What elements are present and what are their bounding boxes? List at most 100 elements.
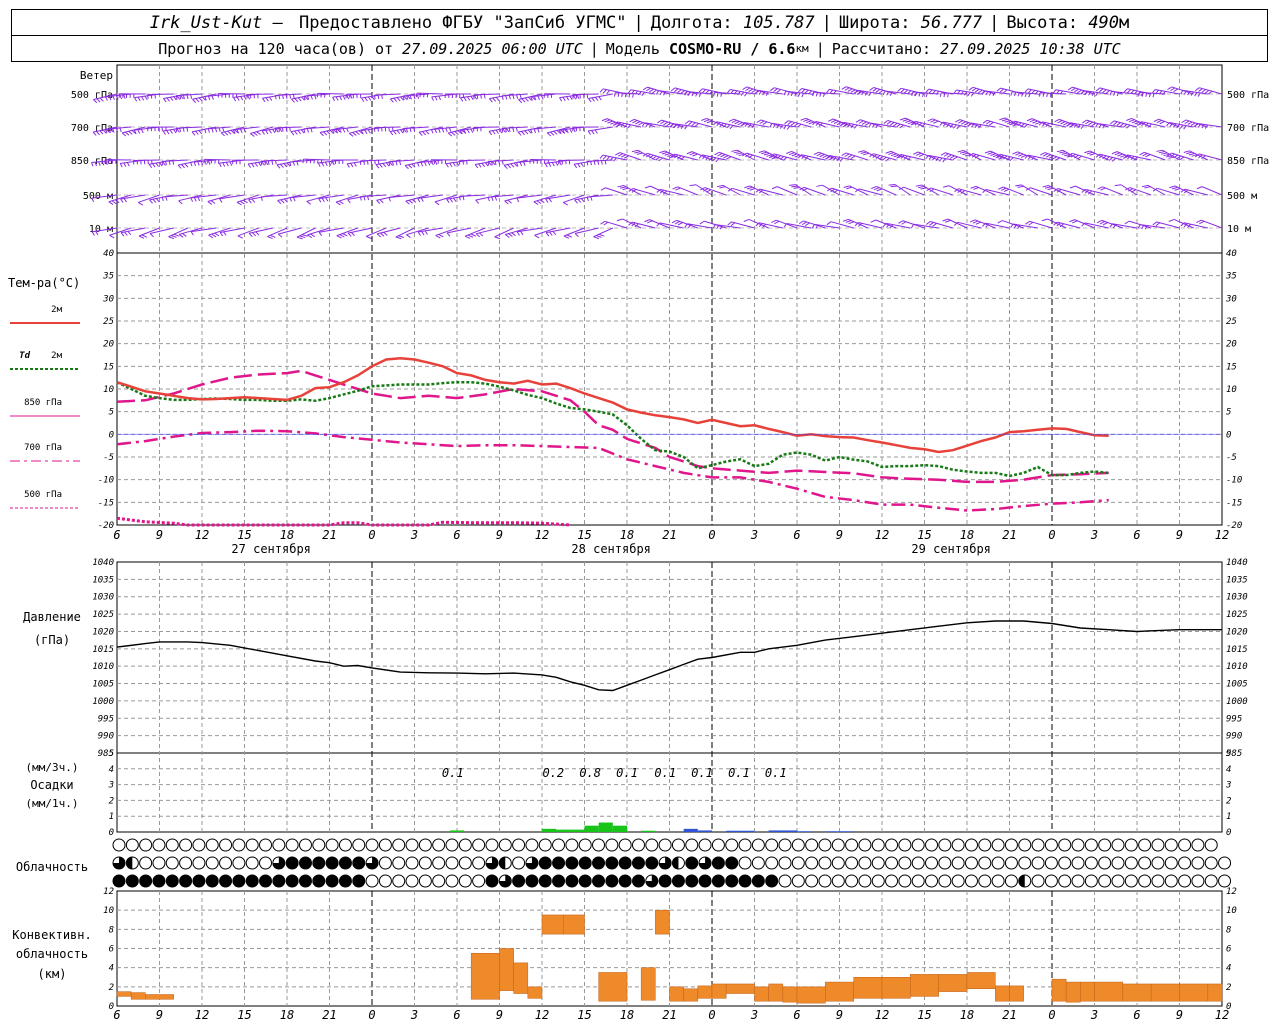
hour-tick-label: 6 [793, 528, 800, 542]
cloud-symbol [1164, 838, 1178, 852]
wind-barb-flag [460, 97, 464, 102]
wind-barb [366, 227, 387, 239]
cloud-ring [858, 856, 872, 870]
cloud-symbol [152, 838, 166, 852]
wind-barb-flag [674, 88, 679, 93]
cloud-symbol [938, 856, 952, 870]
wind-barb-flag [420, 197, 424, 202]
cloud-ring [1058, 874, 1072, 888]
wind-barb-flag [314, 95, 317, 100]
wind-barb-flag [112, 95, 115, 100]
wind-barb-flag [519, 161, 523, 167]
cloud-ring [1004, 856, 1018, 870]
cloud-symbol [1151, 874, 1165, 888]
cloud-symbol [232, 838, 246, 852]
wind-barb-flag [1015, 152, 1021, 156]
axis-tick-left: 20 [103, 340, 114, 350]
axis-tick-left: 25 [103, 317, 114, 327]
cloud-ring [192, 838, 206, 852]
wind-barb-flag [957, 150, 964, 153]
cloud-ring [791, 874, 805, 888]
axis-tick-right: 1 [1226, 812, 1231, 822]
cloud-full [285, 856, 299, 870]
cloud-symbol [352, 856, 366, 870]
wind-barb-flag [644, 219, 650, 223]
hour-tick-label: 9 [156, 528, 163, 542]
cloud-symbol [125, 838, 139, 852]
conv-title-2: облачность [16, 947, 88, 961]
wind-barb-flag [969, 219, 976, 223]
wind-barb-flag [984, 150, 991, 154]
cloud-symbol [525, 874, 539, 888]
wind-barb-flag [176, 128, 180, 133]
axis-tick-left: 1000 [92, 697, 114, 707]
cloud-ring [964, 874, 978, 888]
wind-barb-flag [544, 163, 548, 168]
wind-barb-flag [363, 160, 365, 165]
wind-barb-flag [636, 152, 643, 155]
wind-barb-flag [342, 128, 346, 133]
convective-bar [513, 962, 529, 994]
wind-barb-flag [367, 196, 370, 201]
wind-barb-flag [165, 196, 168, 201]
wind-barb-flag [805, 222, 810, 227]
wind-barb [1067, 152, 1095, 161]
cloud-symbol [951, 856, 965, 870]
wind-barb-flag [990, 153, 996, 156]
wind-barb-flag [1131, 120, 1138, 124]
wind-barb-flag [878, 89, 884, 94]
wind-barb [373, 126, 401, 132]
cloud-symbol [405, 856, 419, 870]
cloud-symbol [645, 838, 659, 852]
axis-tick-right: 1030 [1226, 593, 1248, 603]
wind-barb-flag [627, 124, 632, 129]
cloud-ring [125, 838, 139, 852]
wind-barb-flag [248, 232, 253, 237]
cloud-symbol [205, 856, 219, 870]
wind-barb [335, 194, 358, 206]
wind-barb-flag [220, 132, 225, 137]
wind-barb-flag [800, 117, 807, 121]
wind-barb-flag [501, 160, 504, 165]
wind-barb-flag [798, 88, 803, 93]
wind-barb-flag [173, 96, 177, 101]
cloud-symbol [871, 874, 885, 888]
wind-barb-flag [876, 188, 883, 192]
wind-barb-flag [1003, 89, 1008, 94]
cloud-symbol [1178, 874, 1192, 888]
cloud-ring [458, 856, 472, 870]
wind-barb-flag [119, 163, 123, 168]
wind-barb-shaft [876, 186, 897, 196]
wind-barb-flag [728, 118, 734, 123]
cloud-symbol [1071, 838, 1085, 852]
wind-barb-flag [168, 236, 175, 240]
wind-barb [871, 186, 897, 196]
wind-barb-flag [1029, 119, 1036, 123]
convective-bar [683, 988, 699, 1002]
cloud-symbol [738, 874, 752, 888]
wind-barb-flag [688, 91, 691, 96]
wind-barb-shaft [795, 184, 812, 196]
wind-barb-flag [423, 93, 425, 98]
cloud-symbol [352, 874, 366, 888]
wind-barb-flag [686, 151, 693, 155]
wind-barb [755, 188, 783, 196]
wind-barb-flag [621, 154, 627, 158]
wind-barb-flag [445, 127, 448, 133]
wind-barb-flag [558, 161, 562, 166]
wind-barb-flag [664, 153, 671, 156]
wind-barb-flag [404, 165, 409, 170]
wind-barb-flag [319, 132, 324, 137]
wind-barb-flag [294, 98, 299, 103]
wind-barb-flag [182, 233, 187, 237]
wind-barb-flag [291, 98, 295, 103]
wind-barb-flag [615, 152, 621, 156]
cloud-symbol [978, 856, 992, 870]
wind-barb-flag [446, 198, 450, 204]
axis-tick-right: 995 [1226, 714, 1242, 724]
wind-barb-flag [593, 160, 596, 166]
cloud-symbol [139, 874, 153, 888]
wind-barb [190, 159, 217, 167]
wind-barb-flag [1138, 92, 1141, 97]
wind-barb-flag [698, 88, 703, 93]
